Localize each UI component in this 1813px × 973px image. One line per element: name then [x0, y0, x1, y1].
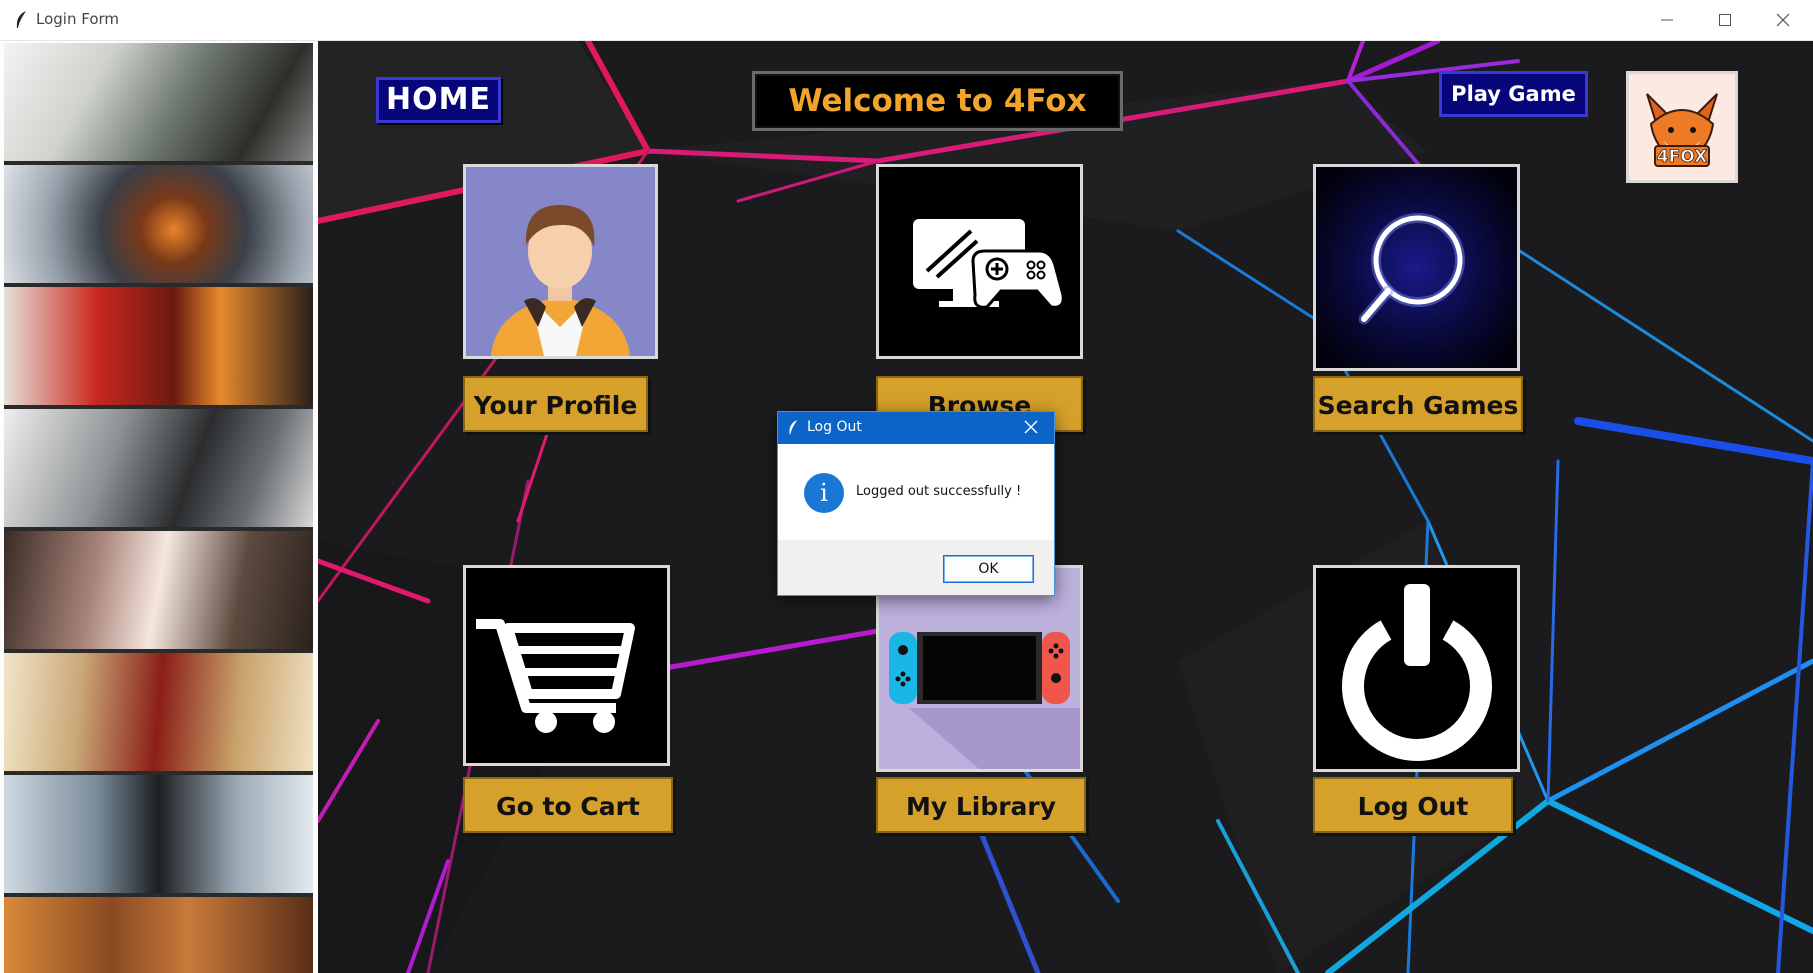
play-game-button[interactable]: Play Game — [1439, 71, 1588, 117]
welcome-banner: Welcome to 4Fox — [752, 71, 1123, 131]
game-art-tile — [4, 897, 313, 973]
minimize-button[interactable] — [1638, 0, 1696, 40]
search-games-card[interactable] — [1313, 164, 1520, 371]
minimize-icon — [1661, 19, 1673, 21]
log-out-button[interactable]: Log Out — [1313, 777, 1513, 833]
fox-logo: 4FOX — [1626, 71, 1738, 183]
power-icon — [1316, 568, 1517, 769]
your-profile-button[interactable]: Your Profile — [463, 376, 648, 432]
window-titlebar: Login Form — [0, 0, 1813, 41]
go-to-cart-button[interactable]: Go to Cart — [463, 777, 673, 833]
maximize-button[interactable] — [1696, 0, 1754, 40]
main-panel: HOME Welcome to 4Fox Play Game 4FOX Your… — [318, 41, 1813, 973]
fox-logo-text: 4FOX — [1657, 147, 1707, 167]
feather-icon — [789, 419, 798, 435]
magnifier-icon — [1316, 167, 1517, 368]
library-card[interactable] — [876, 565, 1083, 772]
game-art-tile — [4, 775, 313, 897]
game-art-tile — [4, 653, 313, 775]
dialog-title: Log Out — [807, 419, 862, 435]
game-art-strip — [0, 41, 320, 973]
game-art-tile — [4, 409, 313, 531]
maximize-icon — [1719, 14, 1731, 26]
feather-icon — [16, 11, 26, 28]
game-art-tile — [4, 165, 313, 287]
search-games-button[interactable]: Search Games — [1313, 376, 1523, 432]
game-art-tile — [4, 43, 313, 165]
profile-avatar-icon — [466, 167, 655, 356]
cart-card[interactable] — [463, 565, 670, 766]
ok-button[interactable]: OK — [943, 555, 1034, 583]
close-icon — [1776, 13, 1790, 27]
close-icon[interactable] — [1024, 420, 1038, 434]
my-library-button[interactable]: My Library — [876, 777, 1086, 833]
dialog-titlebar: Log Out — [778, 412, 1054, 444]
fox-logo-icon: 4FOX — [1646, 93, 1718, 167]
game-art-tile — [4, 531, 313, 653]
window-title: Login Form — [36, 10, 120, 28]
info-icon: i — [804, 473, 844, 513]
logout-card[interactable] — [1313, 565, 1520, 772]
profile-card[interactable] — [463, 164, 658, 359]
switch-console-icon — [879, 568, 1080, 769]
cart-icon — [466, 568, 667, 763]
close-window-button[interactable] — [1754, 0, 1812, 40]
console-pc-icon — [879, 167, 1080, 356]
browse-games-card[interactable] — [876, 164, 1083, 359]
dialog-message: Logged out successfully ! — [856, 484, 1022, 499]
game-art-tile — [4, 287, 313, 409]
home-button[interactable]: HOME — [376, 77, 501, 123]
logout-dialog: Log Out i Logged out successfully ! OK — [777, 411, 1055, 596]
